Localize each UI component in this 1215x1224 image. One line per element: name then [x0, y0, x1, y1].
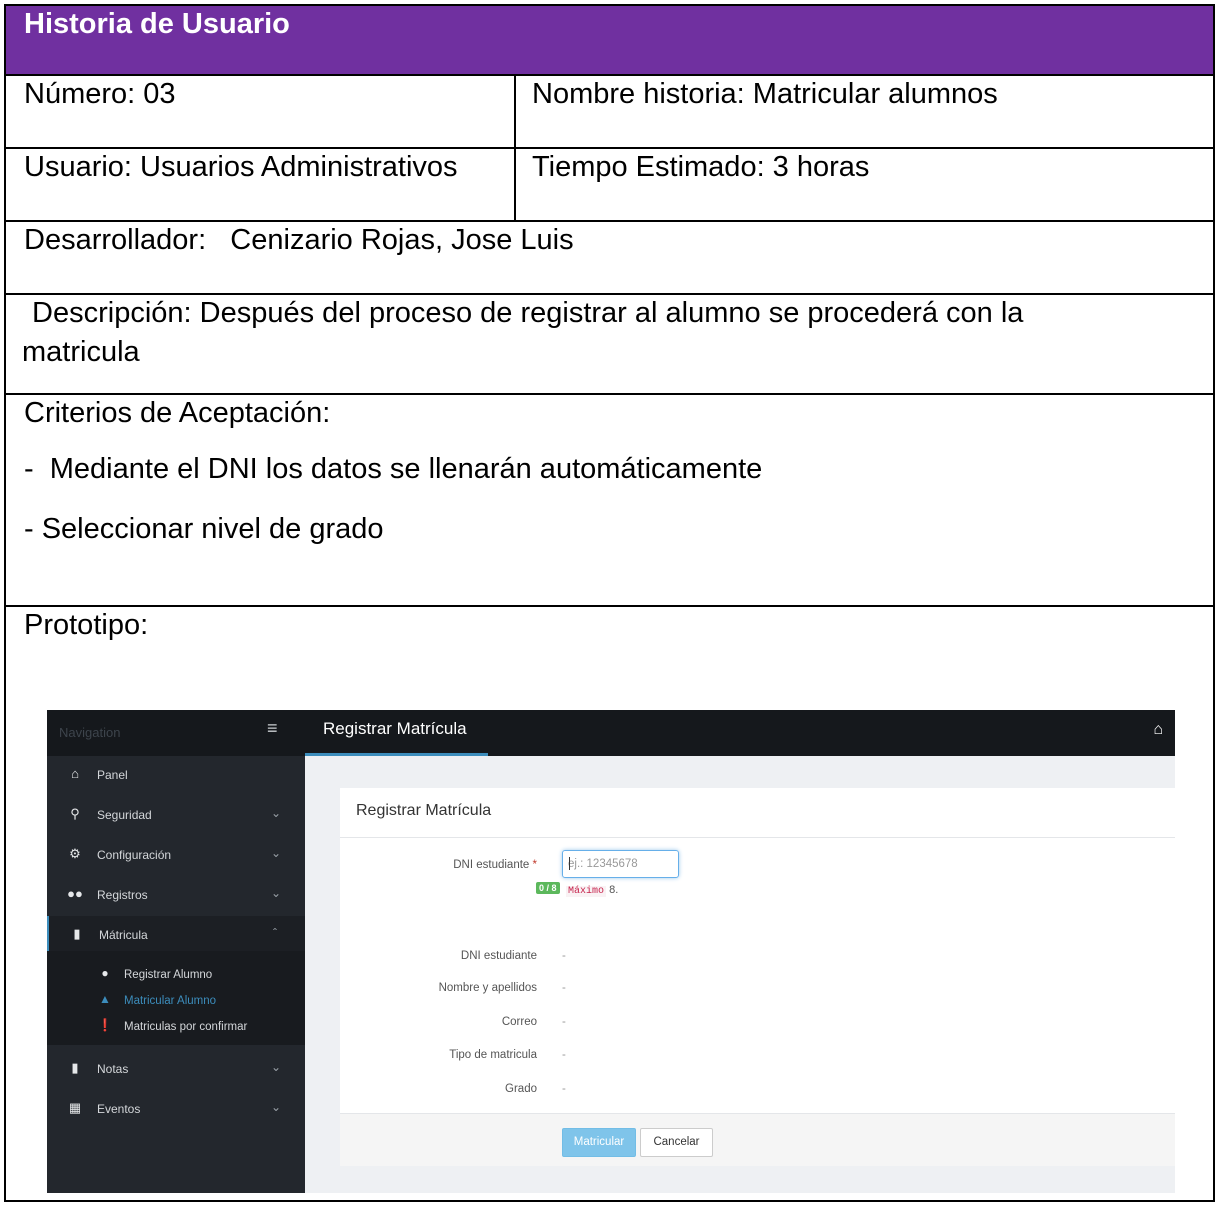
sidebar-item-seguridad[interactable]: ⚲ Seguridad ⌄ — [47, 796, 305, 834]
user-story-document: Historia de Usuario Número: 03 Nombre hi… — [0, 0, 1215, 1224]
dni-label-text: DNI estudiante — [453, 859, 530, 871]
text-cursor — [569, 857, 570, 870]
registrar-matricula-card: Registrar Matrícula DNI estudiante * ej.… — [340, 788, 1175, 1166]
exclamation-circle-icon: ❗ — [97, 1018, 113, 1032]
form-footer: Matricular Cancelar — [340, 1113, 1175, 1166]
chevron-up-icon: ˆ — [273, 926, 277, 940]
card-title: Registrar Matrícula — [356, 802, 492, 819]
calendar-icon: ▦ — [68, 1100, 82, 1115]
submenu-item-label: Matriculas por confirmar — [124, 1021, 248, 1033]
criteria-title: Criterios de Aceptación: — [24, 397, 331, 429]
field-value: - — [562, 982, 566, 994]
sidebar-item-notas[interactable]: ▮ Notas ⌄ — [47, 1050, 305, 1088]
criteria-item: - Seleccionar nivel de grado — [24, 513, 384, 545]
sidebar-submenu-matricula: ● Registrar Alumno ▲ Matricular Alumno ❗… — [47, 951, 305, 1045]
sidebar-item-registros[interactable]: ●● Registros ⌄ — [47, 876, 305, 914]
dni-field-label: DNI estudiante * — [354, 858, 537, 872]
submenu-item-label: Matricular Alumno — [124, 995, 217, 1007]
cancelar-button[interactable]: Cancelar — [640, 1128, 713, 1157]
field-label: DNI estudiante — [460, 950, 537, 962]
field-value: - — [562, 950, 566, 962]
sidebar-item-label: Configuración — [97, 848, 172, 862]
sidebar-item-panel[interactable]: ⌂ Panel — [47, 756, 305, 794]
gears-icon: ⚙ — [69, 846, 81, 861]
story-name: Nombre historia: Matricular alumnos — [514, 74, 1215, 149]
story-number: Número: 03 — [4, 74, 516, 149]
sidebar-item-label: Registros — [97, 888, 148, 902]
page-title: Registrar Matrícula — [323, 719, 467, 738]
submenu-item-matriculas-por-confirmar[interactable]: ❗ Matriculas por confirmar — [47, 1016, 305, 1038]
book-icon: ▮ — [73, 926, 81, 941]
graduation-cap-icon: ▲ — [99, 992, 111, 1006]
field-label: Correo — [501, 1016, 537, 1028]
field-value: - — [562, 1083, 566, 1095]
story-developer: Desarrollador: Cenizario Rojas, Jose Lui… — [4, 220, 1215, 295]
chevron-down-icon: ⌄ — [271, 806, 282, 820]
user-icon: ● — [101, 966, 109, 980]
description-line-2: matricula — [22, 336, 140, 368]
field-label: Nombre y apellidos — [438, 982, 537, 994]
sidebar-item-label: Panel — [97, 768, 128, 782]
key-icon: ⚲ — [70, 806, 80, 821]
chevron-down-icon: ⌄ — [271, 846, 282, 860]
top-navbar: Navigation ≡ Registrar Matrícula ⌂ — [47, 710, 1175, 756]
field-label: Grado — [505, 1083, 537, 1095]
submenu-item-matricular-alumno[interactable]: ▲ Matricular Alumno — [47, 990, 305, 1012]
prototype-screenshot: Navigation ≡ Registrar Matrícula ⌂ ⌂ Pan… — [47, 710, 1175, 1193]
sidebar-item-label: Eventos — [97, 1102, 141, 1116]
story-estimated-time: Tiempo Estimado: 3 horas — [514, 147, 1215, 222]
prototype-label: Prototipo: — [24, 609, 149, 641]
home-icon: ⌂ — [71, 766, 79, 781]
required-mark: * — [532, 859, 537, 871]
max-length-hint: Máximo 8. — [566, 883, 618, 899]
chevron-down-icon: ⌄ — [271, 1060, 282, 1074]
dni-input[interactable]: ej.: 12345678 — [562, 850, 679, 878]
sidebar-item-label: Seguridad — [97, 808, 152, 822]
chevron-down-icon: ⌄ — [271, 1100, 282, 1114]
story-user: Usuario: Usuarios Administrativos — [4, 147, 516, 222]
field-label: Tipo de matricula — [449, 1049, 537, 1061]
acceptance-criteria: Criterios de Aceptación: - Mediante el D… — [4, 393, 1215, 607]
sidebar-item-eventos[interactable]: ▦ Eventos ⌄ — [47, 1090, 305, 1128]
book-icon: ▮ — [71, 1060, 79, 1075]
active-tab-indicator — [305, 753, 488, 756]
hamburger-icon[interactable]: ≡ — [267, 719, 278, 737]
story-header: Historia de Usuario — [4, 4, 1215, 76]
submenu-item-label: Registrar Alumno — [124, 969, 213, 981]
submenu-item-registrar-alumno[interactable]: ● Registrar Alumno — [47, 964, 305, 986]
max-code: Máximo — [566, 886, 607, 897]
field-value: - — [562, 1049, 566, 1061]
navigation-title: Navigation — [59, 725, 121, 740]
chevron-down-icon: ⌄ — [271, 886, 282, 900]
dni-input-placeholder: ej.: 12345678 — [568, 858, 638, 870]
sidebar-item-label: Notas — [97, 1062, 129, 1076]
sidebar-item-configuracion[interactable]: ⚙ Configuración ⌄ — [47, 836, 305, 874]
sidebar: ⌂ Panel ⚲ Seguridad ⌄ ⚙ Configuración ⌄ … — [47, 756, 305, 1193]
story-description: Descripción: Después del proceso de regi… — [4, 293, 1215, 395]
sidebar-item-matricula[interactable]: ▮ Mátricula ˆ — [47, 916, 305, 954]
users-icon: ●● — [67, 886, 83, 901]
card-divider — [340, 837, 1175, 838]
criteria-item: - Mediante el DNI los datos se llenarán … — [24, 453, 763, 485]
sidebar-item-label: Mátricula — [99, 928, 148, 942]
description-line-1: Descripción: Después del proceso de regi… — [24, 297, 1024, 329]
field-value: - — [562, 1016, 566, 1028]
matricular-button[interactable]: Matricular — [562, 1128, 636, 1157]
home-icon[interactable]: ⌂ — [1153, 722, 1163, 738]
max-value: 8. — [606, 884, 619, 896]
char-counter-badge: 0 / 8 — [536, 882, 560, 894]
